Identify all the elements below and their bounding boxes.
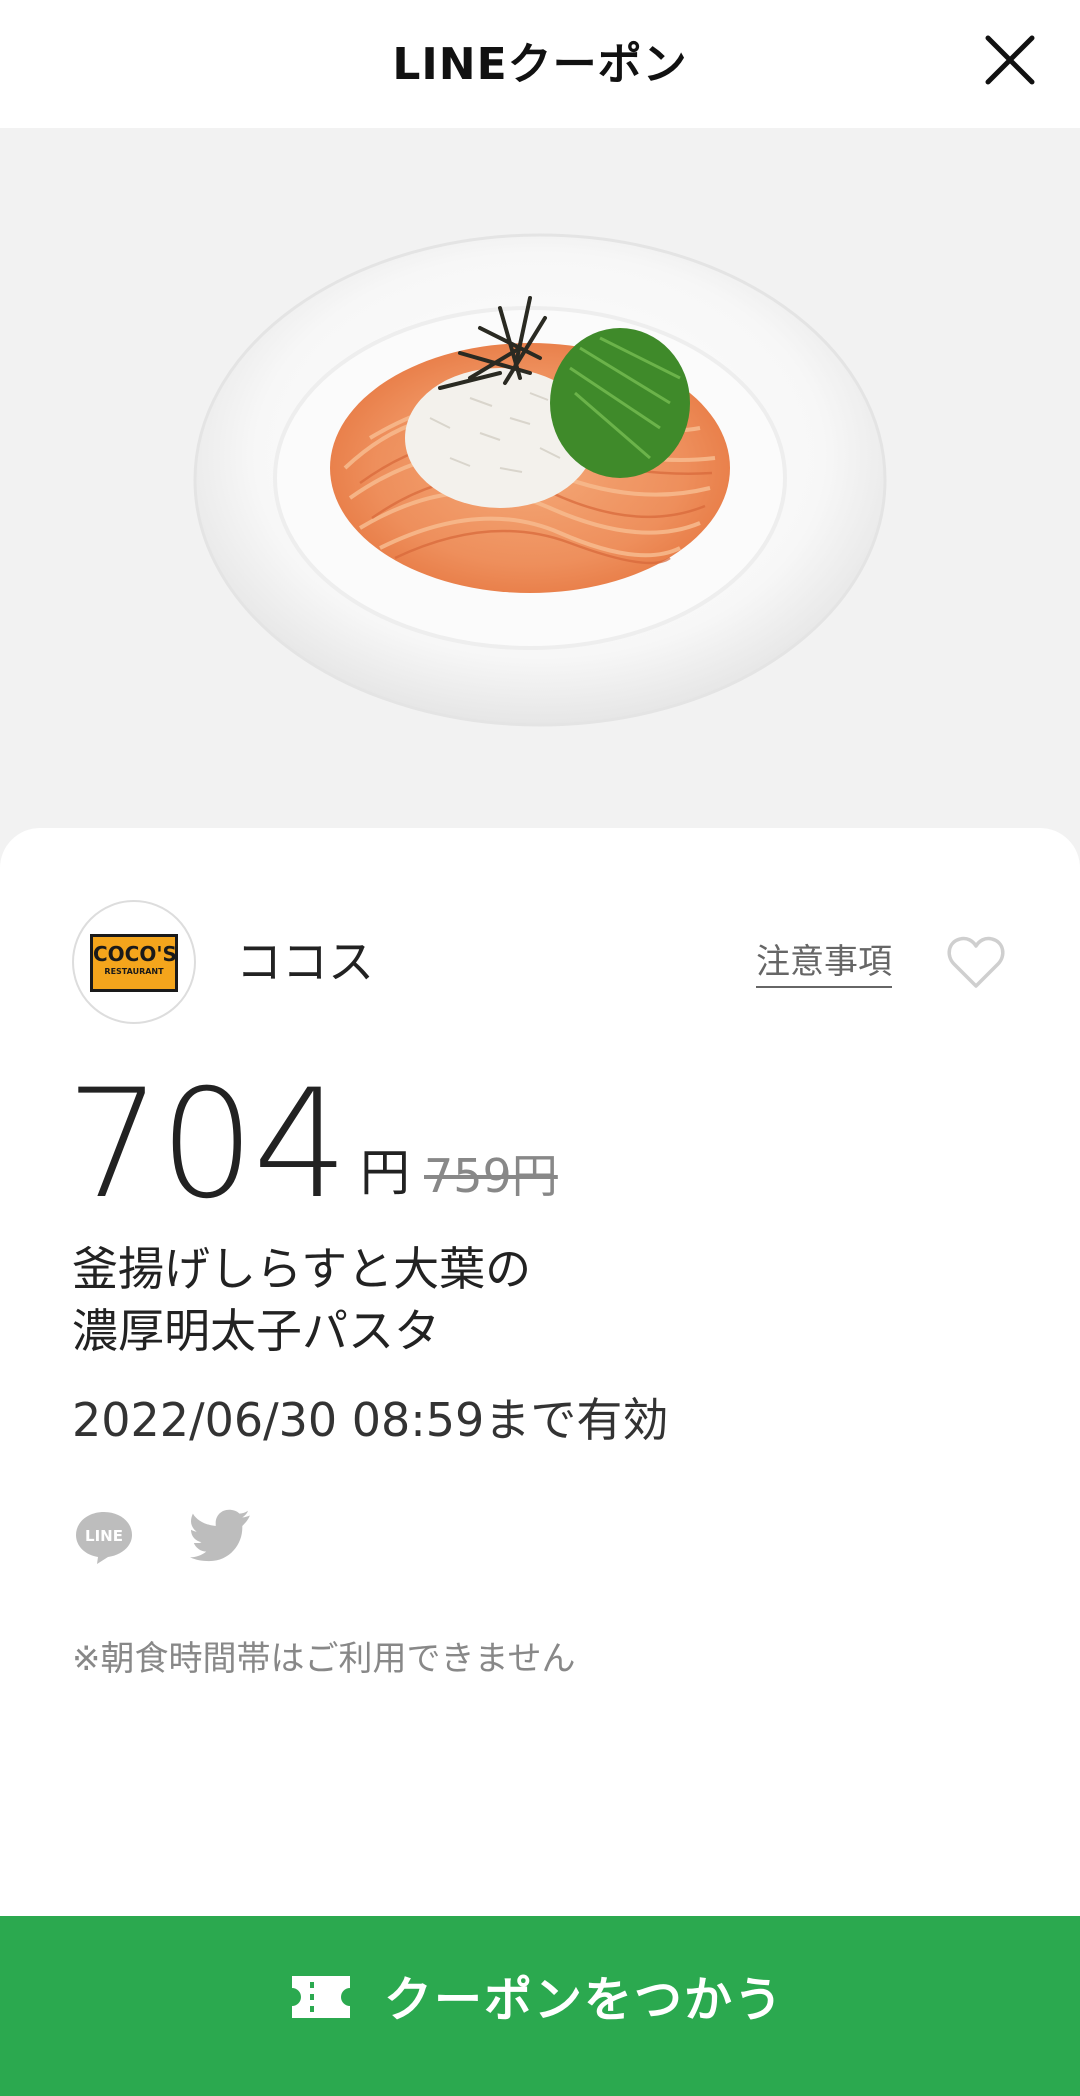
item-name: 釜揚げしらすと大葉の 濃厚明太子パスタ (72, 1238, 972, 1362)
cocos-logo: COCO'S RESTAURANT (90, 934, 178, 992)
hero-image (0, 128, 1080, 868)
header-title: LINEクーポン (392, 39, 688, 90)
share-line-button[interactable]: LINE (72, 1508, 136, 1566)
usage-note: ※朝食時間帯はご利用できません (72, 1639, 576, 1679)
coupon-card: COCO'S RESTAURANT ココス 注意事項 704 円 759円 釜揚… (0, 828, 1080, 2096)
coupon-screen: LINEクーポン COCO'S RESTAURANT ココス 注意事項 704 … (0, 0, 1080, 2096)
store-name: ココス (236, 935, 374, 989)
coupon-price: 704 (66, 1058, 348, 1232)
item-name-line-1: 釜揚げしらすと大葉の (72, 1242, 532, 1296)
original-price: 759円 (424, 1149, 558, 1203)
ticket-icon (292, 1976, 350, 2018)
close-icon (985, 35, 1035, 85)
notes-link[interactable]: 注意事項 (756, 938, 892, 988)
line-icon-text: LINE (85, 1527, 123, 1545)
price-unit: 円 (360, 1144, 410, 1202)
logo-subtext: RESTAURANT (104, 967, 164, 976)
use-coupon-label: クーポンをつかう (384, 1972, 785, 2028)
validity-date: 2022/06/30 08:59まで有効 (72, 1393, 669, 1447)
item-name-line-2: 濃厚明太子パスタ (72, 1304, 440, 1358)
twitter-icon (190, 1509, 250, 1562)
store-logo: COCO'S RESTAURANT (72, 900, 196, 1024)
close-button[interactable] (978, 28, 1042, 92)
header: LINEクーポン (0, 0, 1080, 128)
pasta-dish-photo (185, 233, 905, 727)
share-twitter-button[interactable] (188, 1508, 254, 1566)
favorite-button[interactable] (946, 934, 1006, 990)
line-share-icon: LINE (76, 1512, 132, 1564)
use-coupon-button[interactable]: クーポンをつかう (0, 1916, 1080, 2096)
heart-icon (947, 936, 1005, 988)
logo-text: COCO'S (93, 942, 177, 966)
